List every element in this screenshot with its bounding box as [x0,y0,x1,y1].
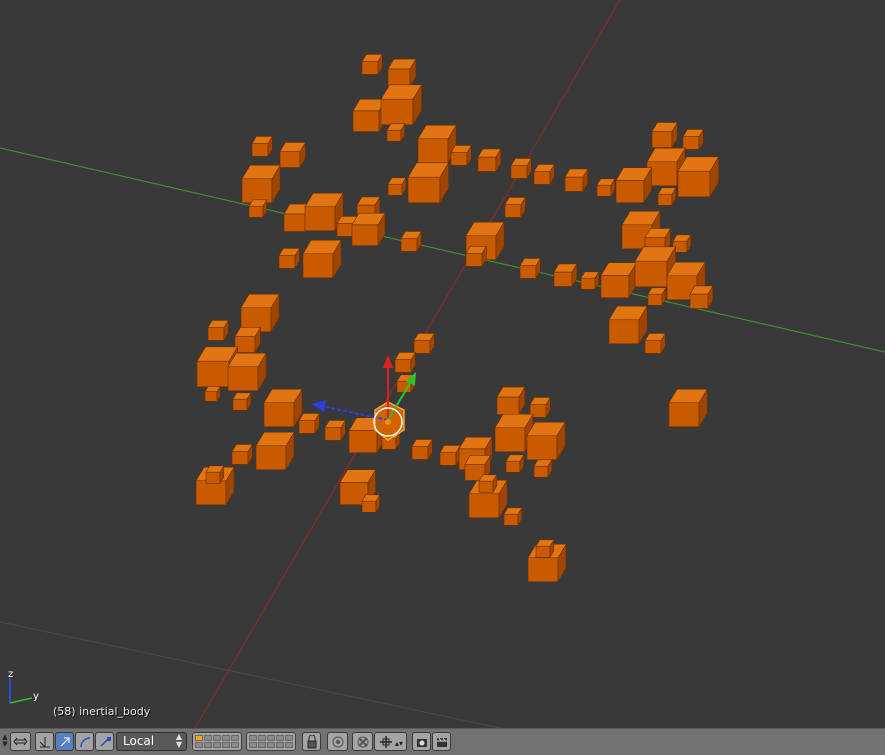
cube-object[interactable] [496,385,526,416]
cube-object[interactable] [234,326,261,354]
cube-object[interactable] [657,186,677,207]
cube-object[interactable] [505,453,525,474]
cube-object[interactable] [413,332,435,355]
cube-object[interactable] [615,166,653,204]
cube-object[interactable] [227,352,267,392]
cube-object[interactable] [302,239,342,279]
cube-object[interactable] [351,212,386,247]
cube-object[interactable] [465,245,487,268]
header-scroll-arrows[interactable]: ▲ ▼ [0,734,10,750]
cube-object[interactable] [478,473,498,494]
cube-object[interactable] [361,53,383,76]
layers-grid-2[interactable] [246,732,296,751]
proportional-edit-icon[interactable] [327,732,348,751]
cube-object[interactable] [231,443,253,466]
cube-object[interactable] [387,176,407,197]
cube-object[interactable] [394,351,416,374]
cube-object[interactable] [682,128,704,151]
snap-target-icon[interactable]: ▴▾ [374,732,407,751]
dropdown-arrows-icon: ▲ ▼ [175,732,182,749]
cube-object[interactable] [533,458,553,479]
cube-object[interactable] [677,155,720,198]
cube-object[interactable] [553,262,578,288]
snap-icon[interactable] [352,732,373,751]
cube-object[interactable] [263,388,303,428]
translate-icon[interactable] [55,732,74,751]
cube-object[interactable] [278,247,300,270]
cube-object[interactable] [564,167,589,193]
cube-object[interactable] [519,257,541,280]
viewport-info-text: (58) inertial_body [53,705,151,718]
cube-object[interactable] [298,412,320,435]
cube-object[interactable] [407,161,450,204]
cube-object[interactable] [205,464,225,485]
render-icon[interactable] [412,732,431,751]
cube-object[interactable] [380,83,423,126]
cube-object[interactable] [526,421,566,461]
scale-icon[interactable] [95,732,114,751]
cube-object[interactable] [510,157,532,180]
manipulator-axis-icon[interactable] [35,732,54,751]
cube-object[interactable] [668,388,708,428]
layers-grid-1[interactable] [192,732,242,751]
3d-viewport[interactable]: z y (58) inertial_body [0,0,885,728]
scene-canvas[interactable] [0,0,885,728]
cube-object[interactable] [439,444,461,467]
cube-object[interactable] [324,419,346,442]
lock-icon[interactable] [302,732,321,751]
cube-object[interactable] [647,286,667,307]
cube-object[interactable] [503,506,523,527]
cube-object[interactable] [387,57,417,88]
render-animation-icon[interactable] [432,732,451,751]
cube-object[interactable] [596,177,616,198]
cube-object[interactable] [533,163,555,186]
cube-object[interactable] [386,122,406,143]
transform-orientation-dropdown[interactable]: Local ▲ ▼ [116,732,187,751]
cube-object[interactable] [477,147,502,173]
cube-object[interactable] [251,135,273,158]
cube-object[interactable] [535,538,555,559]
cube-object[interactable] [608,305,648,345]
cube-object[interactable] [241,164,281,204]
cube-object[interactable] [207,319,229,342]
cube-object[interactable] [651,121,678,149]
cube-object[interactable] [240,293,280,333]
cube-object[interactable] [279,141,306,169]
cube-object[interactable] [361,493,381,514]
mini-axis-y-label: y [33,691,39,702]
cube-object[interactable] [248,198,268,219]
cube-object[interactable] [204,385,221,403]
cube-object[interactable] [644,332,666,355]
rotate-icon[interactable] [75,732,94,751]
cube-object[interactable] [580,270,600,291]
cube-object[interactable] [411,438,433,461]
cube-object[interactable] [255,431,295,471]
cube-object[interactable] [504,196,526,219]
cube-object[interactable] [450,144,472,167]
cube-object[interactable] [400,230,422,253]
cube-object[interactable] [600,261,638,299]
view-rotate-icon[interactable] [10,732,31,751]
viewport-header: ▲ ▼ Local ▲ ▼ ▴▾ [0,728,885,755]
cube-object[interactable] [232,391,252,412]
mini-axis-z-label: z [8,669,13,680]
mini-axes-widget: z y [8,669,39,704]
cube-object[interactable] [689,284,714,310]
svg-text:▴▾: ▴▾ [395,739,403,748]
cube-object[interactable] [417,124,457,164]
transform-orientation-value: Local [123,734,155,748]
cube-group[interactable] [195,53,720,583]
